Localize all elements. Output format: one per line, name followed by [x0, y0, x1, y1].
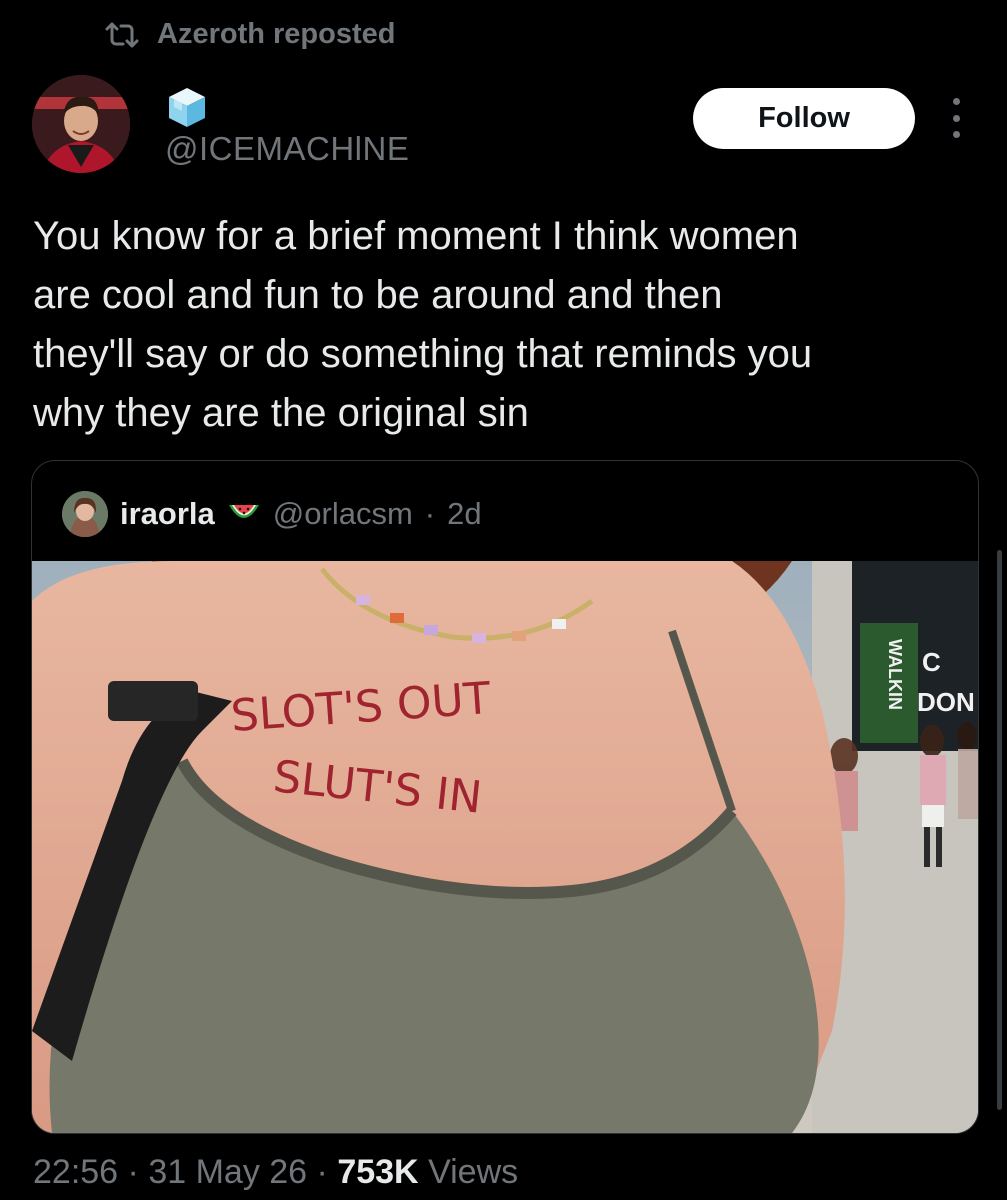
tweet-line: why they are the original sin	[33, 391, 529, 435]
repost-icon	[105, 22, 139, 47]
author-avatar[interactable]	[32, 75, 130, 173]
author-handle[interactable]: @ICEMACHlNE	[165, 130, 409, 168]
tweet-date[interactable]: 31 May 26	[148, 1153, 307, 1191]
watermelon-icon	[228, 505, 259, 518]
sign-don-text: DON	[917, 687, 975, 717]
tweet-text: You know for a brief moment I think wome…	[33, 207, 983, 443]
quoted-age[interactable]: 2d	[447, 496, 481, 532]
views-label: Views	[428, 1153, 519, 1191]
tweet-time[interactable]: 22:56	[33, 1153, 118, 1191]
quoted-photo[interactable]: WALKIN C DON SLOT'S OUT SLUT'S IN	[32, 561, 978, 1133]
repost-indicator[interactable]: Azeroth reposted	[105, 18, 395, 51]
tweet-line: are cool and fun to be around and then	[33, 273, 723, 317]
dot-separator: ·	[316, 1153, 328, 1191]
ice-cube-icon	[169, 88, 205, 127]
repost-label: Azeroth reposted	[157, 18, 396, 50]
tweet-line: You know for a brief moment I think wome…	[33, 214, 799, 258]
quoted-tweet-header: iraorla @orlacsm · 2d	[62, 489, 482, 539]
dot-separator: ·	[127, 1153, 139, 1191]
quoted-tweet[interactable]: iraorla @orlacsm · 2d WALKIN C DON SLOT'…	[31, 460, 979, 1134]
sign-walkin-text: WALKIN	[885, 639, 905, 710]
tweet-line: they'll say or do something that reminds…	[33, 332, 813, 376]
more-options-icon[interactable]	[945, 98, 967, 138]
follow-button[interactable]: Follow	[693, 88, 915, 149]
scrollbar[interactable]	[997, 550, 1002, 1110]
tweet-metadata: 22:56 · 31 May 26 · 753K Views	[33, 1153, 518, 1192]
sign-c-text: C	[922, 647, 941, 677]
dot-separator: ·	[424, 496, 436, 531]
quoted-handle[interactable]: @orlacsm	[273, 496, 413, 532]
views-count[interactable]: 753K	[337, 1153, 418, 1191]
quoted-display-name[interactable]: iraorla	[120, 496, 215, 532]
quoted-avatar[interactable]	[62, 491, 108, 537]
